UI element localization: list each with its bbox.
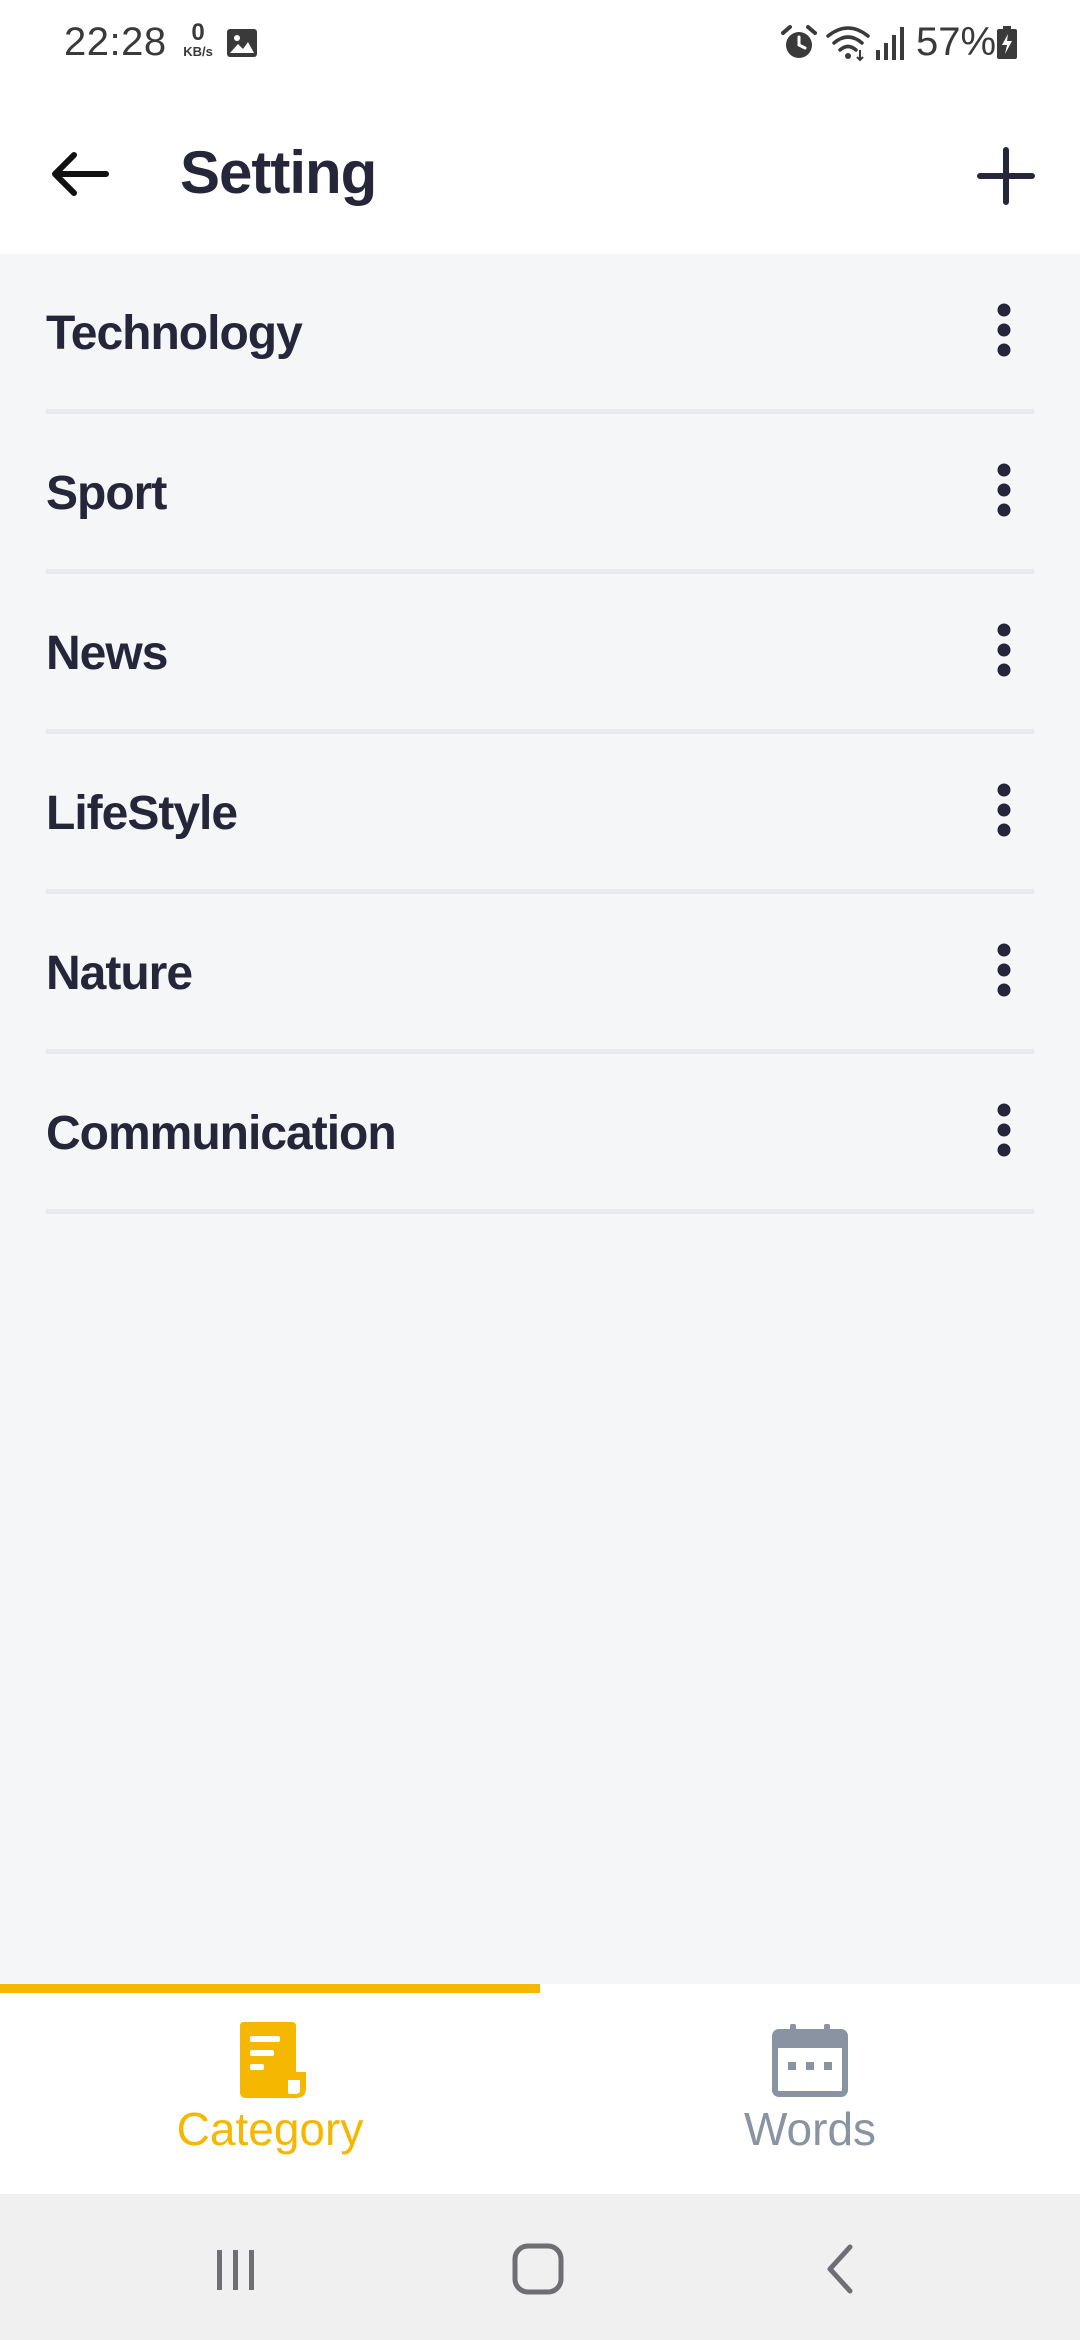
category-item-communication[interactable]: Communication: [46, 1054, 1034, 1214]
more-options-button[interactable]: [974, 778, 1034, 842]
category-item-technology[interactable]: Technology: [46, 254, 1034, 414]
more-options-button[interactable]: [974, 938, 1034, 1002]
bottom-tab-bar: Category Words: [0, 1984, 1080, 2194]
more-vertical-icon: [997, 303, 1011, 357]
plus-icon: [977, 147, 1035, 205]
network-speed: 0 KB/s: [176, 19, 220, 66]
more-vertical-icon: [997, 623, 1011, 677]
more-options-button[interactable]: [974, 618, 1034, 682]
category-item-news[interactable]: News: [46, 574, 1034, 734]
more-options-button[interactable]: [974, 1098, 1034, 1162]
more-options-button[interactable]: [974, 298, 1034, 362]
app-bar: Setting: [0, 88, 1080, 254]
category-label: Communication: [46, 1107, 397, 1160]
tab-words-label: Words: [743, 2103, 877, 2155]
more-vertical-icon: [997, 943, 1011, 997]
arrow-left-icon: [52, 152, 109, 196]
status-time: 22:28: [64, 20, 167, 64]
home-icon: [512, 2243, 564, 2295]
home-button[interactable]: [498, 2234, 578, 2304]
more-options-button[interactable]: [974, 458, 1034, 522]
add-category-button[interactable]: [966, 136, 1046, 216]
battery-percent: 57%: [916, 20, 997, 64]
category-label: News: [46, 627, 168, 680]
document-icon: [240, 2022, 306, 2098]
category-label: Sport: [46, 467, 167, 520]
tab-category[interactable]: Category: [0, 1984, 540, 2194]
category-label: Technology: [46, 307, 303, 360]
battery-charging-icon: [997, 26, 1017, 59]
recents-button[interactable]: [196, 2234, 276, 2304]
category-list: Technology Sport News LifeStyle Nature C…: [0, 254, 1080, 1214]
more-vertical-icon: [997, 783, 1011, 837]
calendar-icon: [772, 2024, 848, 2097]
category-label: Nature: [46, 947, 193, 1000]
alarm-icon: [781, 25, 817, 58]
category-item-nature[interactable]: Nature: [46, 894, 1034, 1054]
back-button[interactable]: [40, 134, 120, 214]
page-title: Setting: [180, 139, 377, 206]
category-item-lifestyle[interactable]: LifeStyle: [46, 734, 1034, 894]
network-speed-value: 0: [191, 19, 205, 46]
more-vertical-icon: [997, 1103, 1011, 1157]
tab-words[interactable]: Words: [540, 1984, 1080, 2194]
system-nav-bar: [0, 2194, 1080, 2340]
status-bar: 22:28 0 KB/s 57%: [0, 0, 1080, 88]
category-label: LifeStyle: [46, 787, 238, 840]
tab-category-label: Category: [176, 2103, 364, 2155]
wifi-icon: [826, 26, 870, 62]
category-item-sport[interactable]: Sport: [46, 414, 1034, 574]
signal-icon: [876, 27, 904, 60]
network-speed-unit: KB/s: [183, 44, 213, 59]
system-back-button[interactable]: [800, 2234, 880, 2304]
image-icon: [227, 29, 257, 57]
back-icon: [827, 2244, 853, 2294]
recents-icon: [217, 2250, 254, 2290]
more-vertical-icon: [997, 463, 1011, 517]
